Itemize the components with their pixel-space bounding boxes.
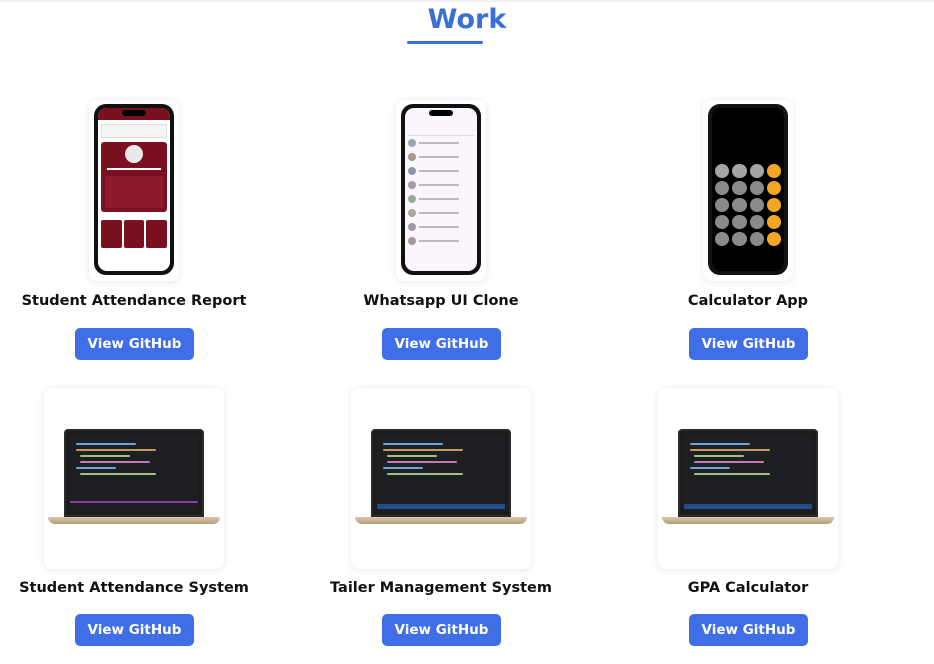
project-title: Tailer Management System <box>330 580 552 596</box>
view-github-button[interactable]: View GitHub <box>75 328 194 360</box>
project-thumbnail <box>351 388 531 569</box>
project-card: GPA Calculator View GitHub <box>598 0 898 646</box>
view-github-button[interactable]: View GitHub <box>382 328 501 360</box>
view-github-button[interactable]: View GitHub <box>75 614 194 646</box>
view-github-button[interactable]: View GitHub <box>689 328 808 360</box>
view-github-button[interactable]: View GitHub <box>382 614 501 646</box>
view-github-button[interactable]: View GitHub <box>689 614 808 646</box>
project-title: Calculator App <box>687 293 809 309</box>
project-card: Student Attendance System View GitHub <box>0 0 284 646</box>
laptop-mockup <box>678 429 818 517</box>
laptop-mockup <box>371 429 511 517</box>
project-thumbnail <box>44 388 224 569</box>
project-card: Tailer Management System View GitHub <box>291 0 591 646</box>
laptop-mockup <box>64 429 204 517</box>
project-title: GPA Calculator <box>687 580 809 596</box>
project-title: Student Attendance System <box>19 580 249 596</box>
project-title: Student Attendance Report <box>21 293 247 309</box>
project-title: Whatsapp UI Clone <box>363 293 519 309</box>
project-thumbnail <box>658 388 838 569</box>
